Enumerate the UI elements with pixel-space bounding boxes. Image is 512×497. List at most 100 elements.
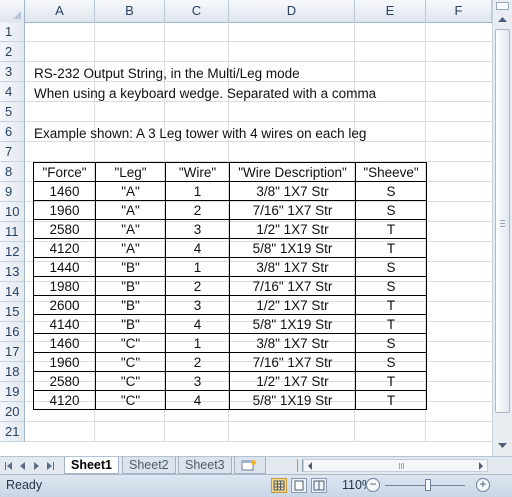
cell-wire[interactable]: 4 <box>165 314 230 334</box>
row-header-8[interactable]: 8 <box>0 162 25 182</box>
cell-sheeve[interactable]: T <box>355 238 427 258</box>
note-rs232[interactable]: RS-232 Output String, in the Multi/Leg m… <box>34 64 300 84</box>
cell-wire-description[interactable]: 3/8" 1X7 Str <box>229 257 356 277</box>
cell-sheeve[interactable]: T <box>355 219 427 239</box>
cell-force[interactable]: 2580 <box>33 219 96 239</box>
cell-wire[interactable]: 2 <box>165 352 230 372</box>
last-sheet-icon[interactable] <box>47 462 54 470</box>
row-header-10[interactable]: 10 <box>0 202 25 222</box>
cell-leg[interactable]: "C" <box>95 352 166 372</box>
cell-wire[interactable]: 2 <box>165 276 230 296</box>
note-example[interactable]: Example shown: A 3 Leg tower with 4 wire… <box>34 124 366 144</box>
cell-leg[interactable]: "B" <box>95 314 166 334</box>
row-header-5[interactable]: 5 <box>0 102 25 122</box>
cell-leg[interactable]: "A" <box>95 219 166 239</box>
select-all-corner[interactable] <box>0 0 25 22</box>
row-header-3[interactable]: 3 <box>0 62 25 82</box>
cell-wire[interactable]: 4 <box>165 238 230 258</box>
row-header-18[interactable]: 18 <box>0 362 25 382</box>
tab-sheet3[interactable]: Sheet3 <box>178 457 232 474</box>
row-header-12[interactable]: 12 <box>0 242 25 262</box>
cell-leg[interactable]: "B" <box>95 295 166 315</box>
cell-force[interactable]: 4120 <box>33 238 96 258</box>
cell-wire-description[interactable]: 5/8" 1X19 Str <box>229 390 356 410</box>
cell-wire[interactable]: 3 <box>165 295 230 315</box>
row-header-17[interactable]: 17 <box>0 342 25 362</box>
cell-wire-description[interactable]: 7/16" 1X7 Str <box>229 276 356 296</box>
cell-force[interactable]: 4140 <box>33 314 96 334</box>
cell-wire[interactable]: 3 <box>165 371 230 391</box>
cell-wire-description[interactable]: 7/16" 1X7 Str <box>229 352 356 372</box>
cell-sheeve[interactable]: S <box>355 181 427 201</box>
horizontal-scrollbar[interactable] <box>303 459 488 472</box>
tab-sheet1[interactable]: Sheet1 <box>64 457 119 474</box>
cell-force[interactable]: 1460 <box>33 333 96 353</box>
cell-leg[interactable]: "A" <box>95 200 166 220</box>
cell-leg[interactable]: "B" <box>95 276 166 296</box>
cell-wire-description[interactable]: 5/8" 1X19 Str <box>229 238 356 258</box>
cell-wire[interactable]: 1 <box>165 257 230 277</box>
cell-wire-description[interactable]: 1/2" 1X7 Str <box>229 219 356 239</box>
row-header-13[interactable]: 13 <box>0 262 25 282</box>
cell-force[interactable]: 1460 <box>33 181 96 201</box>
prev-sheet-icon[interactable] <box>20 462 25 470</box>
cell-force[interactable]: 2600 <box>33 295 96 315</box>
row-header-16[interactable]: 16 <box>0 322 25 342</box>
cell-wire[interactable]: 2 <box>165 200 230 220</box>
scroll-up-icon[interactable] <box>496 13 509 27</box>
row-header-4[interactable]: 4 <box>0 82 25 102</box>
cell-sheeve[interactable]: S <box>355 200 427 220</box>
zoom-slider-thumb[interactable] <box>425 479 431 491</box>
scroll-down-icon[interactable] <box>496 438 509 452</box>
vertical-scroll-thumb[interactable] <box>495 29 510 413</box>
cell-wire[interactable]: 1 <box>165 333 230 353</box>
zoom-in-icon[interactable]: + <box>476 478 490 492</box>
row-header-11[interactable]: 11 <box>0 222 25 242</box>
zoom-out-icon[interactable]: − <box>366 478 380 492</box>
row-header-21[interactable]: 21 <box>0 422 25 442</box>
cell-sheeve[interactable]: T <box>355 314 427 334</box>
cell-force[interactable]: 1960 <box>33 352 96 372</box>
cell-sheeve[interactable]: T <box>355 390 427 410</box>
tab-sheet2[interactable]: Sheet2 <box>122 457 176 474</box>
cell-wire[interactable]: 4 <box>165 390 230 410</box>
row-header-6[interactable]: 6 <box>0 122 25 142</box>
next-sheet-icon[interactable] <box>34 462 39 470</box>
cell-force[interactable]: 1440 <box>33 257 96 277</box>
row-header-7[interactable]: 7 <box>0 142 25 162</box>
cell-sheeve[interactable]: S <box>355 333 427 353</box>
vertical-scrollbar[interactable] <box>492 0 512 456</box>
column-header-e[interactable]: E <box>355 0 426 22</box>
cell-sheeve[interactable]: T <box>355 295 427 315</box>
row-header-9[interactable]: 9 <box>0 182 25 202</box>
first-sheet-icon[interactable] <box>5 462 12 470</box>
row-header-1[interactable]: 1 <box>0 22 25 42</box>
normal-view-button[interactable] <box>271 478 287 493</box>
page-layout-view-button[interactable] <box>291 478 307 493</box>
cell-force[interactable]: 2580 <box>33 371 96 391</box>
scroll-left-icon[interactable] <box>306 461 314 471</box>
column-header-f[interactable]: F <box>426 0 492 22</box>
column-header-a[interactable]: A <box>25 0 95 22</box>
cell-leg[interactable]: "A" <box>95 238 166 258</box>
row-header-20[interactable]: 20 <box>0 402 25 422</box>
cell-leg[interactable]: "C" <box>95 333 166 353</box>
row-header-14[interactable]: 14 <box>0 282 25 302</box>
scroll-right-icon[interactable] <box>477 461 485 471</box>
note-keyboard-wedge[interactable]: When using a keyboard wedge. Separated w… <box>34 84 376 104</box>
split-handle-icon[interactable] <box>496 2 509 10</box>
cell-leg[interactable]: "B" <box>95 257 166 277</box>
cell-wire-description[interactable]: 7/16" 1X7 Str <box>229 200 356 220</box>
row-header-19[interactable]: 19 <box>0 382 25 402</box>
header-leg[interactable]: "Leg" <box>95 162 166 182</box>
cell-wire-description[interactable]: 1/2" 1X7 Str <box>229 295 356 315</box>
header-force[interactable]: "Force" <box>33 162 96 182</box>
cell-sheeve[interactable]: S <box>355 276 427 296</box>
cell-force[interactable]: 1980 <box>33 276 96 296</box>
page-break-view-button[interactable] <box>311 478 327 493</box>
cell-leg[interactable]: "C" <box>95 371 166 391</box>
insert-sheet-tab[interactable] <box>234 457 266 474</box>
cell-sheeve[interactable]: S <box>355 257 427 277</box>
cell-force[interactable]: 1960 <box>33 200 96 220</box>
cell-force[interactable]: 4120 <box>33 390 96 410</box>
